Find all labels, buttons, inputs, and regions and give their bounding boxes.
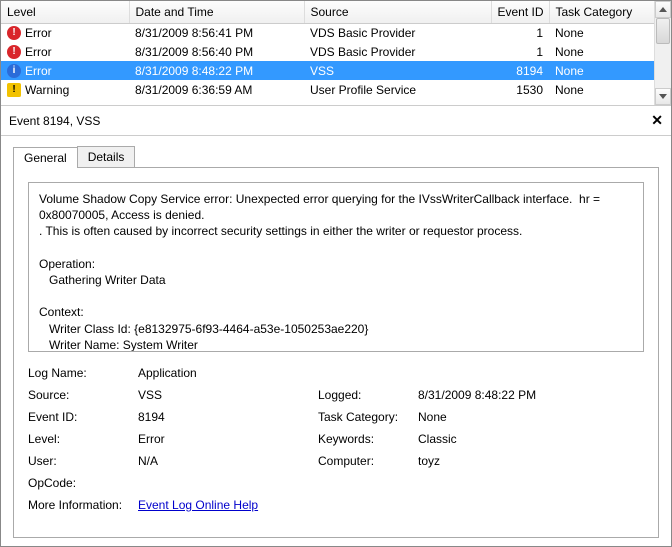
label-computer: Computer: [318, 454, 418, 468]
label-taskcat: Task Category: [318, 410, 418, 424]
table-row[interactable]: ! Error 8/31/2009 8:56:41 PMVDS Basic Prov… [1, 23, 655, 42]
cell-date: 8/31/2009 8:48:22 PM [129, 61, 304, 80]
cell-date: 8/31/2009 6:36:59 AM [129, 80, 304, 99]
detail-panel: General Details Volume Shadow Copy Servi… [1, 136, 671, 546]
cell-level: Error [25, 64, 52, 78]
col-header-eventid[interactable]: Event ID [491, 1, 549, 23]
event-grid-wrap: Level Date and Time Source Event ID Task… [1, 1, 671, 106]
event-fields: Log Name: Application Source: VSS Logged… [28, 366, 644, 512]
table-row[interactable]: ! Warning 8/31/2009 6:36:59 AMUser Profile… [1, 80, 655, 99]
value-computer: toyz [418, 454, 644, 468]
tab-details[interactable]: Details [77, 146, 136, 167]
event-grid-header[interactable]: Level Date and Time Source Event ID Task… [1, 1, 655, 23]
label-user: User: [28, 454, 138, 468]
scroll-down-button[interactable] [655, 88, 671, 105]
event-message[interactable]: Volume Shadow Copy Service error: Unexpe… [28, 182, 644, 352]
chevron-up-icon [659, 7, 667, 12]
chevron-down-icon [659, 94, 667, 99]
cell-source: User Profile Service [304, 80, 491, 99]
cell-source: VDS Basic Provider [304, 42, 491, 61]
col-header-taskcat[interactable]: Task Category [549, 1, 655, 23]
event-grid[interactable]: Level Date and Time Source Event ID Task… [1, 1, 656, 99]
label-level: Level: [28, 432, 138, 446]
label-source: Source: [28, 388, 138, 402]
cell-taskcat: None [549, 61, 655, 80]
error-icon: ! [7, 26, 21, 40]
cell-date: 8/31/2009 8:56:40 PM [129, 42, 304, 61]
grid-scrollbar[interactable] [654, 1, 671, 105]
value-moreinfo: Event Log Online Help [138, 498, 644, 512]
label-logname: Log Name: [28, 366, 138, 380]
table-row[interactable]: i Error 8/31/2009 8:48:22 PMVSS8194None [1, 61, 655, 80]
col-header-date[interactable]: Date and Time [129, 1, 304, 23]
close-icon[interactable]: ✕ [651, 112, 663, 129]
cell-date: 8/31/2009 8:56:41 PM [129, 23, 304, 42]
label-moreinfo: More Information: [28, 498, 138, 512]
tab-general[interactable]: General [13, 147, 78, 168]
value-source: VSS [138, 388, 318, 402]
warn-icon: ! [7, 83, 21, 97]
table-row[interactable]: ! Error 8/31/2009 8:56:40 PMVDS Basic Prov… [1, 42, 655, 61]
detail-title-bar: Event 8194, VSS ✕ [1, 106, 671, 136]
error-icon: ! [7, 45, 21, 59]
info-icon: i [7, 64, 21, 78]
col-header-source[interactable]: Source [304, 1, 491, 23]
cell-level: Warning [25, 83, 69, 97]
label-opcode: OpCode: [28, 476, 138, 490]
cell-level: Error [25, 26, 52, 40]
scroll-thumb[interactable] [656, 18, 670, 44]
value-logname: Application [138, 366, 644, 380]
tab-body-general: Volume Shadow Copy Service error: Unexpe… [13, 167, 659, 538]
label-logged: Logged: [318, 388, 418, 402]
event-viewer-window: Level Date and Time Source Event ID Task… [1, 1, 671, 546]
cell-source: VDS Basic Provider [304, 23, 491, 42]
detail-title-text: Event 8194, VSS [9, 114, 100, 128]
cell-eventid: 1530 [491, 80, 549, 99]
tab-bar: General Details [13, 146, 659, 167]
cell-taskcat: None [549, 23, 655, 42]
value-user: N/A [138, 454, 318, 468]
event-log-help-link[interactable]: Event Log Online Help [138, 498, 258, 512]
label-keywords: Keywords: [318, 432, 418, 446]
scroll-track[interactable] [655, 18, 671, 88]
cell-taskcat: None [549, 42, 655, 61]
value-eventid: 8194 [138, 410, 318, 424]
cell-level: Error [25, 45, 52, 59]
value-level: Error [138, 432, 318, 446]
value-keywords: Classic [418, 432, 644, 446]
cell-eventid: 1 [491, 23, 549, 42]
scroll-up-button[interactable] [655, 1, 671, 18]
cell-taskcat: None [549, 80, 655, 99]
cell-source: VSS [304, 61, 491, 80]
value-logged: 8/31/2009 8:48:22 PM [418, 388, 644, 402]
value-opcode [138, 476, 644, 490]
col-header-level[interactable]: Level [1, 1, 129, 23]
label-eventid: Event ID: [28, 410, 138, 424]
value-taskcat: None [418, 410, 644, 424]
cell-eventid: 8194 [491, 61, 549, 80]
cell-eventid: 1 [491, 42, 549, 61]
